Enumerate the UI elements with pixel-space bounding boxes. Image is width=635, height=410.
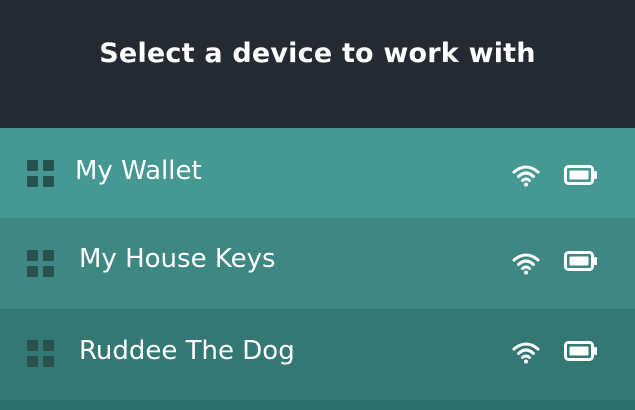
device-name: Ruddee The Dog: [79, 336, 295, 366]
wifi-icon: [512, 165, 540, 187]
wifi-icon: [512, 342, 540, 364]
device-list: My Wallet My House Keys Ruddee The Dog: [0, 128, 635, 410]
device-row[interactable]: Ruddee The Dog: [0, 309, 635, 400]
drag-handle-icon[interactable]: [27, 340, 54, 367]
device-row[interactable]: My Wallet: [0, 128, 635, 218]
device-name: My House Keys: [79, 244, 276, 274]
drag-handle-icon[interactable]: [27, 250, 54, 277]
page-title: Select a device to work with: [99, 38, 536, 69]
battery-icon: [564, 251, 597, 271]
device-row[interactable]: [0, 400, 635, 410]
header: Select a device to work with: [0, 0, 635, 128]
device-name: My Wallet: [75, 156, 202, 186]
device-row[interactable]: My House Keys: [0, 218, 635, 309]
battery-icon: [564, 165, 597, 185]
drag-handle-icon[interactable]: [27, 160, 54, 187]
battery-icon: [564, 341, 597, 361]
device-selector-app: Select a device to work with My Wallet M…: [0, 0, 635, 410]
wifi-icon: [512, 253, 540, 275]
